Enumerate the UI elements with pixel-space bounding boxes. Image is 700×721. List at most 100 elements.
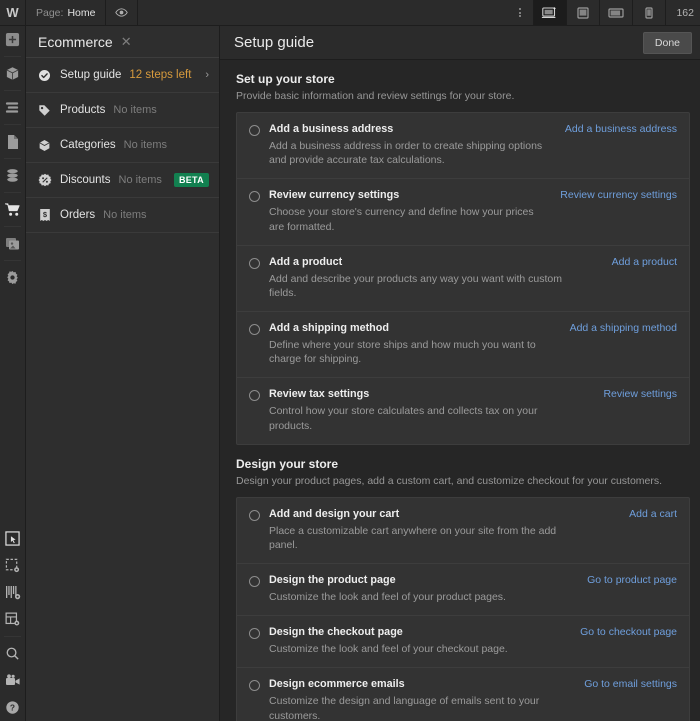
task-action-link[interactable]: Add a cart [629, 508, 677, 520]
task-status-circle-icon[interactable] [249, 257, 260, 269]
sidebar-item-orders[interactable]: $ Orders No items [26, 198, 219, 233]
rail-marquee-tool[interactable] [0, 552, 25, 579]
style-lines-icon [5, 586, 20, 600]
preview-toggle[interactable] [106, 0, 139, 25]
tablet-landscape-icon [608, 7, 625, 18]
task-status-circle-icon[interactable] [249, 191, 260, 203]
rail-search[interactable] [0, 640, 25, 667]
sidebar-item-products[interactable]: Products No items [26, 93, 219, 128]
task-body: Review tax settings Control how your sto… [269, 388, 603, 432]
task-description: Customize the look and feel of your chec… [269, 643, 508, 656]
task-status-circle-icon[interactable] [249, 680, 260, 692]
zoom-level[interactable]: 162 [665, 0, 700, 25]
task-body: Design the checkout page Customize the l… [269, 626, 580, 656]
rail-cms[interactable] [0, 162, 25, 189]
setup-guide-header: Setup guide Done [220, 26, 700, 60]
task-status-circle-icon[interactable] [249, 324, 260, 336]
task-description: Add a business address in order to creat… [269, 140, 543, 167]
video-camera-icon [5, 674, 20, 685]
rail-settings[interactable] [0, 264, 25, 291]
device-tablet-landscape[interactable] [599, 0, 632, 25]
task-row[interactable]: Add a product Add and describe your prod… [237, 246, 689, 313]
rail-style-manager[interactable] [0, 579, 25, 606]
sidebar-item-categories[interactable]: Categories No items [26, 128, 219, 163]
setup-steps-remaining: 12 steps left [129, 69, 192, 81]
task-action-link[interactable]: Go to product page [587, 574, 677, 586]
task-body: Design ecommerce emails Customize the de… [269, 678, 584, 721]
rail-divider [4, 90, 21, 91]
rail-add-panel[interactable] [0, 26, 25, 53]
task-body: Design the product page Customize the lo… [269, 574, 587, 604]
section-title: Set up your store [236, 72, 335, 86]
page-label: Page: [36, 6, 64, 19]
chevron-right-icon: › [205, 69, 209, 81]
section-header: Set up your store Provide basic informat… [220, 60, 700, 112]
setup-guide-scroll[interactable]: Set up your store Provide basic informat… [220, 60, 700, 721]
task-title: Review tax settings [269, 388, 370, 401]
tablet-icon [577, 6, 590, 19]
task-action-link[interactable]: Add a business address [565, 123, 677, 135]
more-vertical-icon [519, 15, 522, 17]
task-title: Review currency settings [269, 189, 400, 202]
task-description: Customize the look and feel of your prod… [269, 591, 506, 604]
rail-layout-grid[interactable] [0, 606, 25, 633]
eye-icon [115, 8, 129, 17]
task-title: Design ecommerce emails [269, 678, 405, 691]
task-row[interactable]: Design the checkout page Customize the l… [237, 616, 689, 669]
task-body: Add a business address Add a business ad… [269, 123, 565, 167]
task-title: Add a business address [269, 123, 394, 135]
sidebar-item-count: No items [103, 209, 147, 221]
rail-divider [4, 158, 21, 159]
sidebar-item-count: No items [123, 139, 168, 151]
sidebar-item-count: No items [113, 104, 157, 116]
task-action-link[interactable]: Go to email settings [584, 678, 677, 690]
task-row[interactable]: Design ecommerce emails Customize the de… [237, 668, 689, 721]
close-icon[interactable]: ✕ [121, 35, 132, 48]
task-title: Add and design your cart [269, 507, 400, 520]
cube-icon [6, 67, 19, 80]
device-desktop[interactable] [533, 0, 567, 25]
rail-help[interactable]: ? [0, 694, 25, 721]
task-action-link[interactable]: Review settings [603, 388, 677, 400]
rail-divider [4, 56, 21, 57]
rail-divider [4, 636, 21, 637]
task-action-link[interactable]: Add a shipping method [570, 322, 677, 334]
task-row[interactable]: Add and design your cart Place a customi… [237, 498, 689, 565]
task-body: Add and design your cart Place a customi… [269, 508, 629, 552]
webflow-logo-icon[interactable]: W [0, 0, 26, 25]
rail-navigator[interactable] [0, 94, 25, 121]
task-status-circle-icon[interactable] [249, 390, 260, 402]
task-row[interactable]: Review tax settings Control how your sto… [237, 378, 689, 443]
task-row[interactable]: Design the product page Customize the lo… [237, 564, 689, 617]
plus-icon [5, 32, 20, 47]
sidebar-item-count: No items [118, 174, 162, 186]
sidebar-item-discounts[interactable]: Discounts No items BETA [26, 163, 219, 198]
done-button[interactable]: Done [642, 31, 692, 54]
marquee-icon [5, 558, 20, 573]
task-card: Add and design your cart Place a customi… [236, 496, 690, 721]
rail-select-tool[interactable] [0, 525, 25, 552]
rail-assets[interactable] [0, 230, 25, 257]
task-action-link[interactable]: Add a product [612, 256, 677, 268]
device-tablet[interactable] [566, 0, 599, 25]
more-options-button[interactable] [507, 0, 533, 25]
rail-ecommerce[interactable] [0, 196, 25, 223]
task-row[interactable]: Add a shipping method Define where your … [237, 312, 689, 379]
device-mobile[interactable] [632, 0, 665, 25]
task-row[interactable]: Add a business address Add a business ad… [237, 113, 689, 180]
task-status-circle-icon[interactable] [249, 509, 260, 521]
page-value: Home [67, 6, 96, 19]
task-action-link[interactable]: Review currency settings [560, 189, 677, 201]
task-action-link[interactable]: Go to checkout page [580, 626, 677, 638]
rail-pages[interactable] [0, 128, 25, 155]
sidebar-item-setup-guide[interactable]: Setup guide 12 steps left › [26, 58, 219, 93]
task-row[interactable]: Review currency settings Choose your sto… [237, 179, 689, 246]
rail-video[interactable] [0, 667, 25, 694]
rail-components[interactable] [0, 60, 25, 87]
task-status-circle-icon[interactable] [249, 576, 260, 588]
mobile-icon [645, 6, 654, 19]
task-status-circle-icon[interactable] [249, 628, 260, 640]
page-selector[interactable]: Page: Home [26, 0, 107, 25]
task-status-circle-icon[interactable] [249, 125, 260, 136]
